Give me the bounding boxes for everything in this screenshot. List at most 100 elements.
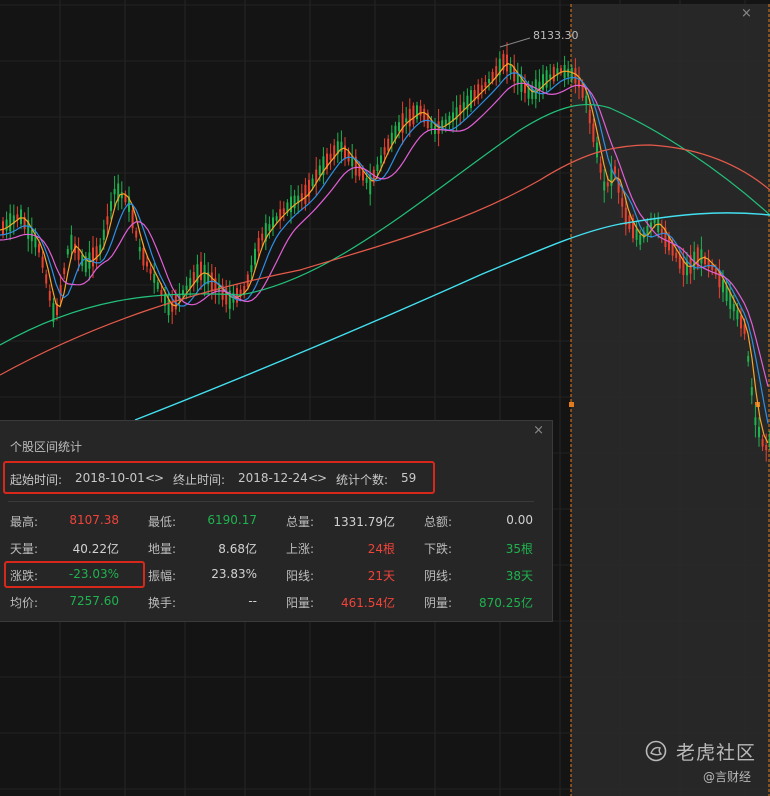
- candle-body: [765, 444, 768, 451]
- stat-value: 1331.79亿: [333, 515, 395, 529]
- stat-label: 天量:: [10, 542, 39, 556]
- candle-body: [754, 417, 757, 426]
- candle-body: [657, 218, 660, 233]
- candle-body: [488, 78, 490, 84]
- candle-body: [149, 268, 152, 274]
- candle-body: [70, 234, 73, 250]
- stat-value: -23.03%: [68, 567, 119, 581]
- stat-value: 8107.38: [69, 513, 119, 527]
- candle-body: [110, 201, 112, 211]
- candle-body: [77, 248, 80, 260]
- candle-body: [106, 216, 109, 225]
- candle-body: [545, 70, 548, 88]
- stat-value: 461.54亿: [341, 596, 395, 610]
- stat-label: 阴量:: [424, 596, 453, 610]
- candle-body: [761, 439, 764, 447]
- candle-body: [585, 95, 588, 106]
- close-selection-icon[interactable]: ×: [741, 7, 752, 20]
- close-panel-icon[interactable]: ×: [533, 424, 544, 437]
- stat-label: 上涨:: [286, 542, 315, 556]
- panel-divider: [8, 501, 534, 502]
- candle-body: [135, 230, 138, 238]
- candle-body: [142, 248, 145, 266]
- candle-body: [146, 261, 148, 267]
- candle-body: [387, 138, 390, 151]
- candle-body: [138, 246, 141, 252]
- stat-label: 涨跌:: [10, 569, 39, 583]
- candle-body: [383, 147, 386, 155]
- candle-body: [30, 230, 33, 242]
- stat-label: 阴线:: [424, 569, 453, 583]
- candle-body: [203, 264, 206, 285]
- candle-body: [599, 163, 602, 173]
- candle-body: [606, 182, 609, 187]
- stat-label: 地量:: [148, 542, 177, 556]
- candle-body: [603, 181, 606, 191]
- candle-body: [2, 221, 4, 235]
- candle-body: [470, 90, 472, 108]
- candle-body: [200, 261, 202, 281]
- candlestick-chart[interactable]: 8133.30 ×: [0, 0, 770, 796]
- candle-body: [362, 170, 364, 181]
- candle-body: [675, 252, 678, 258]
- candle-body: [635, 228, 638, 240]
- candle-body: [430, 122, 433, 129]
- stat-label: 振幅:: [148, 569, 177, 583]
- date-range-row: 起始时间: 2018-10-01 <> 终止时间: 2018-12-24 <> …: [3, 461, 435, 494]
- stat-label: 总额:: [424, 515, 453, 529]
- candle-body: [516, 73, 519, 84]
- candle-body: [614, 166, 616, 174]
- candle-body: [250, 265, 253, 273]
- end-time-label: 终止时间:: [173, 473, 226, 487]
- candle-body: [747, 355, 750, 362]
- candle-body: [722, 279, 724, 293]
- candle-body: [340, 141, 343, 152]
- candle-body: [588, 109, 591, 124]
- candle-body: [5, 219, 8, 231]
- stat-value: 6190.17: [207, 513, 257, 527]
- candle-body: [167, 299, 170, 316]
- stat-label: 总量:: [286, 515, 315, 529]
- candle-body: [268, 224, 271, 231]
- candle-body: [275, 216, 278, 221]
- stat-value: 21天: [367, 569, 395, 583]
- candle-body: [408, 108, 411, 127]
- candle-body: [549, 74, 552, 79]
- candle-body: [621, 198, 624, 207]
- candle-body: [311, 178, 314, 187]
- candle-body: [45, 274, 48, 284]
- candle-body: [365, 178, 368, 183]
- candle-body: [732, 303, 735, 312]
- stat-label: 下跌:: [424, 542, 453, 556]
- candle-body: [344, 145, 346, 158]
- candle-body: [552, 66, 555, 82]
- chart-canvas[interactable]: [0, 0, 770, 796]
- stat-value: 8.68亿: [218, 542, 257, 556]
- candle-body: [750, 387, 753, 396]
- stat-label: 换手:: [148, 596, 177, 610]
- candle-body: [506, 54, 508, 72]
- candle-body: [380, 155, 382, 164]
- candle-body: [257, 237, 260, 252]
- stat-value: 40.22亿: [72, 542, 119, 556]
- stat-label: 阳量:: [286, 596, 315, 610]
- candle-body: [736, 310, 739, 320]
- candle-body: [66, 249, 69, 255]
- end-date-value[interactable]: 2018-12-24: [238, 471, 308, 485]
- end-date-arrows-icon[interactable]: <>: [308, 471, 327, 485]
- candle-body: [740, 315, 742, 329]
- start-date-value[interactable]: 2018-10-01: [75, 471, 145, 485]
- candle-body: [596, 142, 598, 158]
- candle-body: [261, 233, 264, 241]
- candle-body: [434, 125, 436, 135]
- candle-body: [41, 256, 44, 268]
- stat-value: 870.25亿: [479, 596, 533, 610]
- candle-body: [398, 122, 400, 132]
- start-date-arrows-icon[interactable]: <>: [145, 471, 164, 485]
- watermark-author: @言财经: [703, 770, 752, 784]
- candle-body: [282, 208, 285, 215]
- candle-body: [390, 132, 393, 145]
- stat-label: 阳线:: [286, 569, 315, 583]
- candle-body: [412, 105, 415, 125]
- candle-body: [120, 192, 123, 199]
